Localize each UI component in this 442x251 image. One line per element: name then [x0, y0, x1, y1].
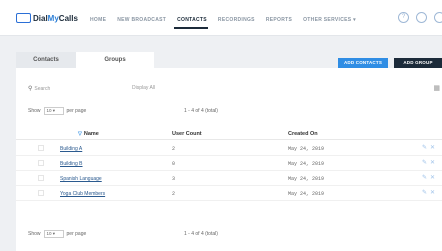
edit-icon[interactable]: ✎	[422, 189, 427, 196]
table-row: Building B 0 May 24, 2019 ✎ ✕	[16, 156, 442, 171]
user-count: 2	[172, 191, 176, 197]
nav-other-services[interactable]: OTHER SERVICES ▾	[303, 17, 356, 23]
delete-icon[interactable]: ✕	[430, 159, 435, 166]
created-date: May 24, 2019	[288, 146, 325, 152]
per-page-select[interactable]: 10 ▾	[43, 107, 64, 115]
search-placeholder: Search	[34, 85, 51, 92]
delete-icon[interactable]: ✕	[430, 189, 435, 196]
brand-name: DialMyCalls	[33, 13, 78, 23]
tab-contacts[interactable]: Contacts	[16, 52, 76, 68]
edit-icon[interactable]: ✎	[422, 144, 427, 151]
display-filter[interactable]: Display All	[132, 85, 155, 91]
row-checkbox[interactable]	[38, 160, 44, 166]
group-name-link[interactable]: Building A	[60, 146, 82, 152]
contacts-tabs: Contacts Groups	[16, 52, 154, 68]
add-group-button[interactable]: ADD GROUP	[394, 58, 442, 68]
table-header: ▽ Name User Count Created On	[16, 127, 442, 140]
edit-icon[interactable]: ✎	[422, 159, 427, 166]
table-row: Building A 2 May 24, 2019 ✎ ✕	[16, 141, 442, 156]
created-date: May 24, 2019	[288, 161, 325, 167]
nav-home[interactable]: HOME	[90, 17, 106, 23]
table-row: Yoga Club Members 2 May 24, 2019 ✎ ✕	[16, 186, 442, 201]
nav-new-broadcast[interactable]: NEW BROADCAST	[117, 17, 166, 23]
nav-contacts[interactable]: CONTACTS	[177, 17, 207, 23]
group-name-link[interactable]: Building B	[60, 161, 83, 167]
created-date: May 24, 2019	[288, 176, 325, 182]
delete-icon[interactable]: ✕	[430, 144, 435, 151]
pager-top: Show 10 ▾ per page	[28, 107, 87, 115]
nav-reports[interactable]: REPORTS	[266, 17, 292, 23]
row-checkbox[interactable]	[38, 175, 44, 181]
table-row: Spanish Language 3 May 24, 2019 ✎ ✕	[16, 171, 442, 186]
row-checkbox[interactable]	[38, 190, 44, 196]
export-icon[interactable]: ▦	[433, 84, 440, 92]
group-name-link[interactable]: Spanish Language	[60, 176, 102, 182]
nav-recordings[interactable]: RECORDINGS	[218, 17, 255, 23]
per-page-select[interactable]: 10 ▾	[43, 230, 64, 238]
column-created-on[interactable]: Created On	[288, 131, 318, 137]
chat-icon[interactable]	[416, 12, 427, 23]
created-date: May 24, 2019	[288, 191, 325, 197]
user-count: 2	[172, 146, 176, 152]
add-contacts-button[interactable]: ADD CONTACTS	[338, 58, 388, 68]
active-nav-indicator	[174, 27, 208, 29]
top-navigation-bar: DialMyCalls HOME NEW BROADCAST CONTACTS …	[0, 0, 442, 36]
edit-icon[interactable]: ✎	[422, 174, 427, 181]
filter-icon: ▽	[78, 131, 82, 137]
pagination-range: 1 - 4 of 4 (total)	[184, 108, 218, 114]
main-nav: HOME NEW BROADCAST CONTACTS RECORDINGS R…	[90, 17, 356, 23]
column-user-count[interactable]: User Count	[172, 131, 202, 137]
pager-bottom: Show 10 ▾ per page	[28, 230, 87, 238]
groups-panel: ⚲ Search Display All ▦ Show 10 ▾ per pag…	[16, 68, 442, 251]
delete-icon[interactable]: ✕	[430, 174, 435, 181]
user-count: 0	[172, 161, 176, 167]
column-name[interactable]: ▽ Name	[78, 131, 99, 137]
tab-groups[interactable]: Groups	[76, 52, 154, 68]
search-input[interactable]: ⚲ Search	[28, 85, 51, 93]
search-icon: ⚲	[28, 86, 33, 92]
group-name-link[interactable]: Yoga Club Members	[60, 191, 105, 197]
logo-mark-icon	[16, 13, 31, 23]
user-count: 3	[172, 176, 176, 182]
help-icon[interactable]: ?	[398, 12, 409, 23]
pagination-range: 1 - 4 of 4 (total)	[184, 231, 218, 237]
brand-logo[interactable]: DialMyCalls	[16, 13, 78, 23]
row-checkbox[interactable]	[38, 145, 44, 151]
account-icon[interactable]	[434, 12, 442, 23]
